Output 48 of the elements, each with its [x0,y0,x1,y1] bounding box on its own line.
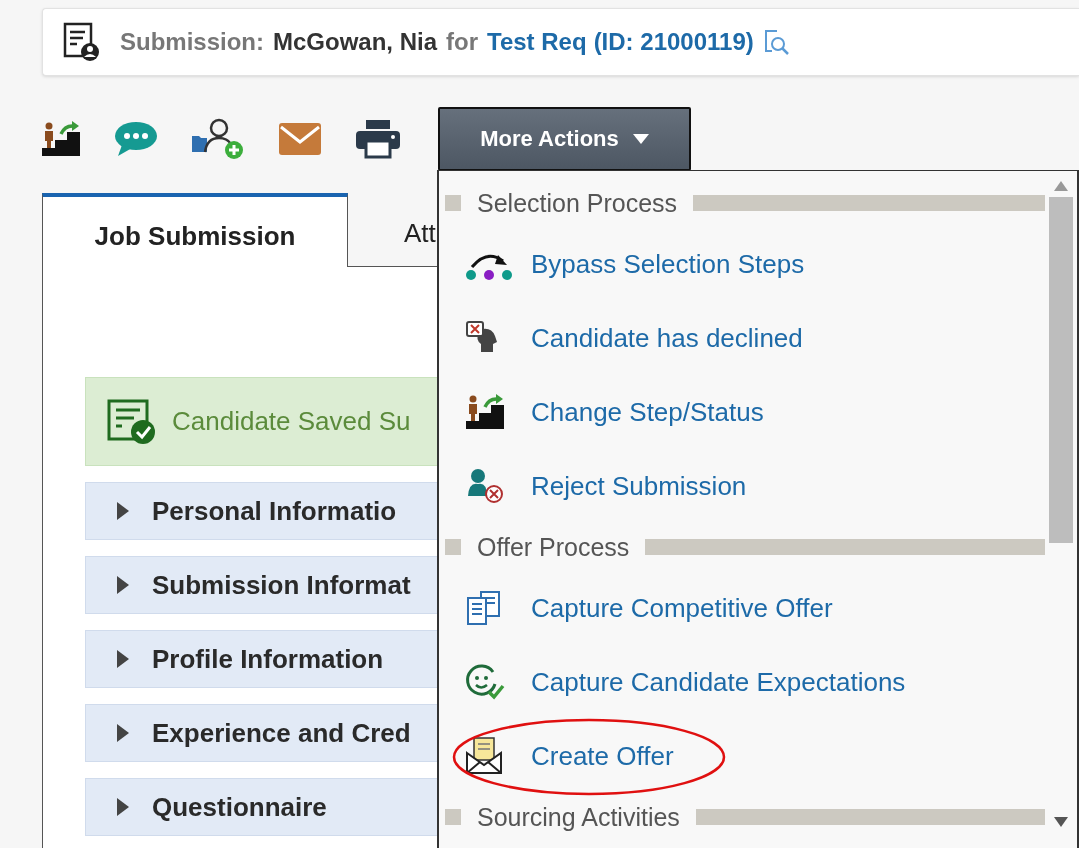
heading-marker [445,539,461,555]
section-title: Experience and Cred [152,717,411,749]
candidate-name: McGowan, Nia [273,28,438,56]
banner-message: Candidate Saved Su [172,406,411,437]
section-header[interactable]: Questionnaire [85,778,438,836]
print-icon[interactable] [355,119,401,159]
section-header[interactable]: Personal Informatio [85,482,438,540]
stairs-person-icon [465,393,505,431]
group-heading: Selection Process [477,188,678,218]
section-title: Personal Informatio [152,495,397,527]
menu-item[interactable]: Reject Submission [439,449,1045,523]
saved-document-icon [106,397,158,446]
caret-icon [632,134,649,144]
chat-bubble-icon[interactable] [114,121,158,157]
group-heading: Sourcing Activities [477,802,680,832]
section-title: Profile Information [152,643,384,675]
stairs-person-icon [41,120,81,158]
heading-marker [445,195,461,211]
section-header[interactable]: Profile Information [85,630,438,688]
section-title: Questionnaire [152,791,327,823]
mail-icon[interactable] [278,122,322,156]
more-actions-button[interactable]: More Actions [438,107,691,171]
smiley-check-icon [465,664,505,700]
heading-marker [445,809,461,825]
documents-icon [465,590,503,626]
menu-item[interactable]: Change Step/Status [439,375,1045,449]
document-person-icon [63,22,101,62]
reject-person-icon [465,468,505,504]
header-connector: for [446,28,479,56]
menu-item[interactable]: Capture Candidate Expectations [439,645,1045,719]
document-search-icon[interactable] [762,29,789,55]
tab[interactable]: Job Submission [42,193,348,267]
group-heading: Offer Process [477,532,630,562]
menu-item[interactable]: Create Offer [439,719,1045,793]
section-header[interactable]: Experience and Cred [85,704,438,762]
add-person-icon[interactable] [191,118,245,160]
menu-item[interactable]: Bypass Selection Steps [439,227,1045,301]
envelope-letter-icon [465,737,503,775]
section-header[interactable]: Submission Informat [85,556,438,614]
requisition-link[interactable]: Test Req [487,28,587,56]
menu-item[interactable]: Candidate has declined [439,301,1045,375]
requisition-id: (ID: 21000119) [593,28,754,56]
scroll-thumb[interactable] [1049,197,1073,543]
scroll-down-icon[interactable] [1054,817,1068,827]
scroll-up-icon[interactable] [1054,181,1068,191]
header-label: Submission: [120,28,264,56]
section-title: Submission Informat [152,569,411,601]
menu-item[interactable]: Capture Competitive Offer [439,571,1045,645]
